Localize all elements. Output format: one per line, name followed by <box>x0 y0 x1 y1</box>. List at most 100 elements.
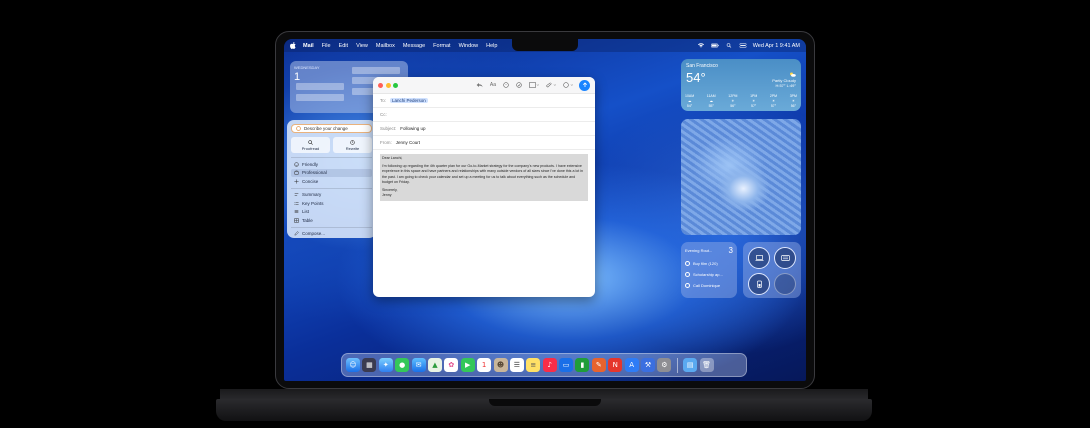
writing-tools-icon[interactable] <box>516 82 522 88</box>
pages-icon[interactable]: ✎ <box>591 358 606 372</box>
tone-friendly[interactable]: Friendly <box>291 160 372 169</box>
finder-icon[interactable]: ☺ <box>346 358 360 372</box>
concise-icon <box>294 179 299 184</box>
subject-field[interactable]: Subject: Following up <box>373 122 595 136</box>
send-arrow-icon <box>582 82 587 87</box>
reminders-icon[interactable]: ☰ <box>509 358 524 372</box>
format-summary-label: Summary <box>302 192 322 198</box>
menu-view[interactable]: View <box>356 43 368 49</box>
menu-help[interactable]: Help <box>486 43 497 49</box>
weather-widget[interactable]: San Francisco 54° Partly Cloudy H:57° L:… <box>681 59 801 111</box>
tone-concise[interactable]: Concise <box>291 177 372 186</box>
messages-icon[interactable]: ● <box>395 358 410 372</box>
format-key-points[interactable]: Key Points <box>291 199 372 208</box>
checkbox-icon[interactable] <box>685 272 690 277</box>
zoom-window-button[interactable] <box>393 82 398 88</box>
search-icon[interactable] <box>725 43 733 48</box>
apple-logo-icon[interactable] <box>290 42 296 49</box>
menu-format[interactable]: Format <box>433 43 450 49</box>
format-summary[interactable]: Summary <box>291 191 372 200</box>
menu-clock[interactable]: Wed Apr 1 9:41 AM <box>753 43 800 49</box>
forecast-time: 2PM <box>769 94 778 98</box>
reminders-widget[interactable]: Evening Rout... 3 Buy film (120) Scholar… <box>681 242 737 298</box>
keynote-icon[interactable]: ▭ <box>559 358 574 372</box>
battery-icon[interactable] <box>710 43 719 48</box>
photo-widget[interactable] <box>681 119 801 235</box>
attach-file-icon[interactable] <box>546 82 556 88</box>
contacts-icon[interactable]: ☻ <box>493 358 508 372</box>
xcode-icon[interactable]: ⚒ <box>641 358 656 372</box>
format-table[interactable]: Table <box>291 216 372 225</box>
calendar-icon[interactable]: 1 <box>477 358 492 372</box>
tone-professional-label: Professional <box>302 170 327 176</box>
laptop-icon <box>755 255 763 261</box>
app-store-icon[interactable]: A <box>624 358 639 372</box>
reminders-title: Evening Rout... <box>685 248 713 253</box>
news-icon[interactable]: N <box>608 358 623 372</box>
music-icon[interactable]: ♪ <box>542 358 557 372</box>
format-list[interactable]: List <box>291 208 372 217</box>
divider <box>291 187 372 189</box>
system-settings-icon[interactable]: ⚙ <box>657 358 672 372</box>
attach-photo-icon[interactable] <box>529 82 539 88</box>
reminder-item[interactable]: Scholarship ap... <box>685 272 733 277</box>
wifi-icon[interactable] <box>697 43 705 48</box>
notes-icon[interactable]: ≡ <box>526 358 541 372</box>
compose-label: Compose... <box>302 231 326 237</box>
menu-edit[interactable]: Edit <box>339 43 348 49</box>
send-button[interactable] <box>579 79 590 91</box>
format-key-points-label: Key Points <box>302 200 324 206</box>
format-options-icon[interactable] <box>563 82 573 88</box>
cc-field[interactable]: Cc: <box>373 108 595 122</box>
minimize-window-button[interactable] <box>385 82 391 88</box>
compose-button[interactable]: Compose... <box>291 230 372 239</box>
trash-icon[interactable]: 🗑 <box>699 358 714 372</box>
proofread-label: Proofread <box>301 145 320 151</box>
dock-separator <box>676 357 678 373</box>
safari-icon[interactable]: ✦ <box>378 358 393 372</box>
control-center-icon[interactable] <box>739 43 747 48</box>
numbers-icon[interactable]: ▮ <box>575 358 590 372</box>
checkbox-icon[interactable] <box>685 261 690 266</box>
to-field[interactable]: To: Lanchi Pederson <box>373 94 595 108</box>
selected-text[interactable]: Dear Lanchi, I'm following up regarding … <box>380 154 588 201</box>
photos-icon[interactable]: ✿ <box>444 358 459 372</box>
maps-icon[interactable]: ▲ <box>427 358 442 372</box>
pencil-icon <box>294 231 299 236</box>
tone-professional[interactable]: Professional <box>291 168 372 177</box>
laptop-lip <box>489 399 601 406</box>
divider <box>291 226 372 228</box>
shortcut-button[interactable] <box>748 247 770 269</box>
downloads-folder-icon[interactable]: ▤ <box>683 358 698 372</box>
facetime-icon[interactable]: ▶ <box>460 358 475 372</box>
reminder-item[interactable]: Buy film (120) <box>685 261 733 266</box>
reply-icon[interactable] <box>476 82 483 88</box>
proofread-button[interactable]: Proofread <box>291 137 330 153</box>
forecast-temp: 56° <box>730 104 736 108</box>
font-format-icon[interactable]: Aa <box>490 82 496 88</box>
recipient-chip[interactable]: Lanchi Pederson <box>390 98 428 103</box>
menu-message[interactable]: Message <box>403 43 425 49</box>
mail-compose-window: Aa To: Lanchi Pederson Cc: Subject: Foll… <box>373 77 595 297</box>
close-window-button[interactable] <box>378 82 383 88</box>
reminder-item[interactable]: Call Dominique <box>685 283 733 288</box>
reminder-label: Buy film (120) <box>693 261 718 266</box>
shortcut-button[interactable] <box>774 273 796 295</box>
from-field[interactable]: From: Jenny Court <box>373 136 595 150</box>
menu-file[interactable]: File <box>322 43 331 49</box>
emoji-icon[interactable] <box>503 82 509 88</box>
shortcut-button[interactable] <box>748 273 770 295</box>
describe-change-field[interactable]: Describe your change <box>291 124 372 133</box>
message-body[interactable]: Dear Lanchi, I'm following up regarding … <box>373 150 595 205</box>
describe-change-label: Describe your change <box>304 126 348 131</box>
checkbox-icon[interactable] <box>685 283 690 288</box>
menu-app-name[interactable]: Mail <box>303 43 314 49</box>
status-area: Wed Apr 1 9:41 AM <box>697 43 800 49</box>
rewrite-button[interactable]: Rewrite <box>333 137 372 153</box>
launchpad-icon[interactable]: ▦ <box>362 358 377 372</box>
shortcut-button[interactable] <box>774 247 796 269</box>
mail-icon[interactable]: ✉ <box>411 358 426 372</box>
menu-mailbox[interactable]: Mailbox <box>376 43 395 49</box>
cc-label: Cc: <box>380 112 387 117</box>
menu-window[interactable]: Window <box>459 43 479 49</box>
